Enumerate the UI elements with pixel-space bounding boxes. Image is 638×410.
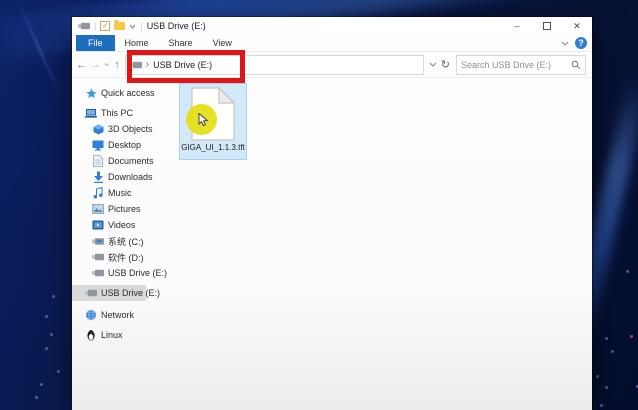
back-button[interactable]: ← [76,59,87,71]
sidebar-item-linux[interactable]: Linux [72,327,168,343]
window-title: USB Drive (E:) [146,21,206,31]
background-dot [50,333,53,336]
folder-icon[interactable] [114,20,126,30]
tab-share[interactable]: Share [159,35,203,51]
tab-view[interactable]: View [203,35,242,51]
background-dot [45,315,48,318]
search-input[interactable] [461,59,571,70]
sidebar-item-label: Music [108,188,132,198]
background-dot [45,347,48,350]
sidebar-item-label: Network [101,310,135,320]
sidebar-item-label: Videos [108,220,136,230]
tab-file[interactable]: File [76,35,115,51]
separator: | [140,21,143,31]
star-icon [85,87,97,99]
background-dot [57,370,60,373]
forward-button[interactable]: → [90,59,101,71]
linux-penguin-icon [85,329,97,341]
sidebar-item-desktop[interactable]: Desktop [72,137,168,153]
background-dot [611,350,614,353]
refresh-icon[interactable]: ↻ [441,58,450,71]
system-drive-icon [92,235,104,247]
separator: | [94,21,97,31]
sidebar-item-label: 软件 (D:) [108,252,144,263]
usb-drive-icon [78,20,90,32]
sidebar-item-documents[interactable]: Documents [72,153,168,169]
videos-icon [92,219,104,231]
pc-icon [85,107,97,119]
search-icon[interactable] [571,60,581,70]
sidebar-item-label: 3D Objects [108,124,153,134]
sidebar-item-usb-drive-e-selected[interactable]: USB Drive (E:) [72,285,160,301]
sidebar-item-label: Pictures [108,204,141,214]
minimize-button[interactable]: – [502,17,532,35]
sidebar-item-this-pc[interactable]: This PC [72,105,168,121]
sidebar: Quick access This PC 3D Objects Desktop [72,78,168,410]
cube-icon [92,123,104,135]
background-dot [605,337,608,340]
close-button[interactable]: ✕ [562,17,592,35]
annotation-red-rectangle [127,50,245,83]
sidebar-item-pictures[interactable]: Pictures [72,201,168,217]
download-arrow-icon [92,171,104,183]
music-note-icon [92,187,104,199]
background-dot [35,396,38,399]
address-dropdown-icon[interactable] [429,62,437,67]
sidebar-item-quick-access[interactable]: Quick access [72,85,168,101]
background-dot [52,295,55,298]
desktop-icon [92,139,104,151]
recent-locations-icon[interactable] [104,62,109,67]
background-dot [605,386,608,389]
sidebar-item-videos[interactable]: Videos [72,217,168,233]
background-dot [600,404,603,407]
sidebar-item-label: Linux [101,330,123,340]
chevron-down-icon[interactable] [129,24,136,29]
sidebar-item-software-d-drive[interactable]: 软件 (D:) [72,249,168,265]
sidebar-item-label: USB Drive (E:) [108,268,168,278]
up-button[interactable]: ↑ [112,59,121,71]
sidebar-item-usb-drive-e[interactable]: USB Drive (E:) [72,265,168,281]
checkbox-icon[interactable]: ✓ [100,21,111,31]
background-dot [630,335,633,338]
sidebar-item-label: 系统 (C:) [108,236,144,247]
sidebar-item-label: USB Drive (E:) [101,288,161,298]
background-dot [596,375,599,378]
background-dot [626,270,629,273]
file-item-giga-ui[interactable]: GIGA_UI_1.1.3.tft [179,83,247,160]
mouse-cursor-icon [198,113,209,127]
desktop-light-streak [16,0,62,96]
network-globe-icon [85,309,97,321]
maximize-icon [543,22,551,30]
sidebar-item-system-c-drive[interactable]: 系统 (C:) [72,233,168,249]
sidebar-item-network[interactable]: Network [72,307,168,323]
sidebar-item-label: Quick access [101,88,155,98]
title-bar: | ✓ | USB Drive (E:) – ✕ [72,17,592,35]
help-icon[interactable]: ? [575,37,587,49]
sidebar-item-music[interactable]: Music [72,185,168,201]
document-icon [92,155,104,167]
ribbon-collapse-icon[interactable] [561,41,569,46]
sidebar-item-3d-objects[interactable]: 3D Objects [72,121,168,137]
sidebar-item-label: Documents [108,156,154,166]
background-dot [40,383,43,386]
tab-home[interactable]: Home [115,35,159,51]
main-area: Quick access This PC 3D Objects Desktop [72,78,592,410]
usb-drive-icon [92,267,104,279]
search-box[interactable] [456,54,586,75]
sidebar-item-label: Desktop [108,140,142,150]
sidebar-item-downloads[interactable]: Downloads [72,169,168,185]
sidebar-item-label: This PC [101,108,134,118]
usb-drive-icon [92,251,104,263]
pictures-icon [92,203,104,215]
usb-drive-icon [85,287,97,299]
file-name-label: GIGA_UI_1.1.3.tft [181,143,245,152]
maximize-button[interactable] [532,17,562,35]
file-list-area[interactable]: GIGA_UI_1.1.3.tft [168,78,592,410]
sidebar-item-label: Downloads [108,172,153,182]
